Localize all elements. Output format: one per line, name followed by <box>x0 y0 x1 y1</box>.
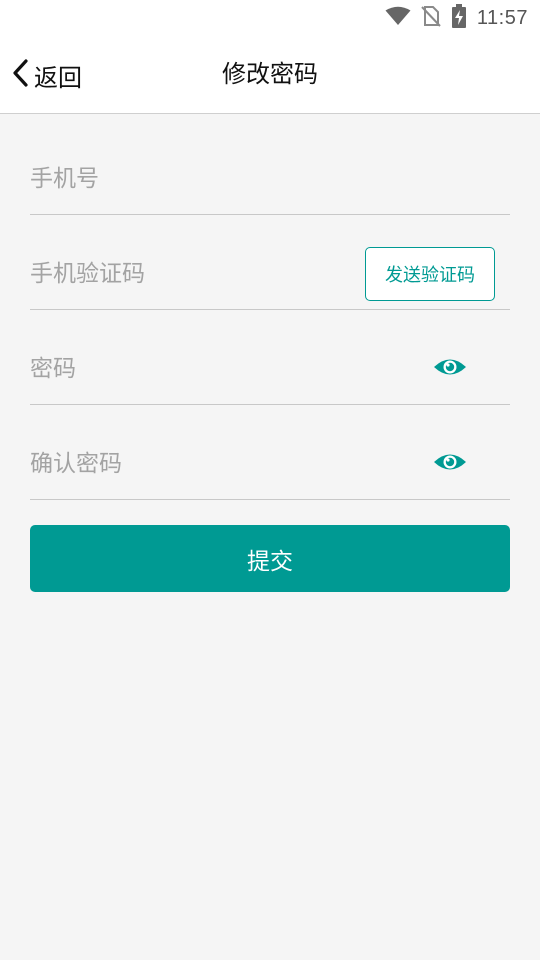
submit-button[interactable]: 提交 <box>30 525 510 592</box>
confirm-password-field-row <box>30 405 510 500</box>
wifi-icon <box>385 6 411 30</box>
app-bar: 修改密码 返回 <box>0 36 540 114</box>
password-field-row <box>30 310 510 405</box>
no-sim-icon <box>421 5 441 31</box>
phone-field-row <box>30 114 510 215</box>
eye-icon <box>433 451 467 477</box>
password-input[interactable] <box>30 352 350 386</box>
eye-icon <box>433 356 467 382</box>
status-bar: 11:57 <box>0 0 540 36</box>
sms-code-field-row: 发送验证码 <box>30 215 510 310</box>
sms-code-input[interactable] <box>30 257 350 291</box>
back-button[interactable]: 返回 <box>10 56 82 94</box>
phone-input[interactable] <box>30 162 350 196</box>
status-time: 11:57 <box>476 6 528 29</box>
back-label: 返回 <box>34 63 82 92</box>
battery-charging-icon <box>451 4 467 32</box>
send-code-button[interactable]: 发送验证码 <box>365 247 495 301</box>
status-icons: 11:57 <box>385 4 528 32</box>
password-visibility-toggle[interactable] <box>432 354 468 384</box>
chevron-left-icon <box>10 58 32 92</box>
change-password-form: 发送验证码 <box>30 114 510 500</box>
confirm-password-visibility-toggle[interactable] <box>432 449 468 479</box>
confirm-password-input[interactable] <box>30 447 350 481</box>
